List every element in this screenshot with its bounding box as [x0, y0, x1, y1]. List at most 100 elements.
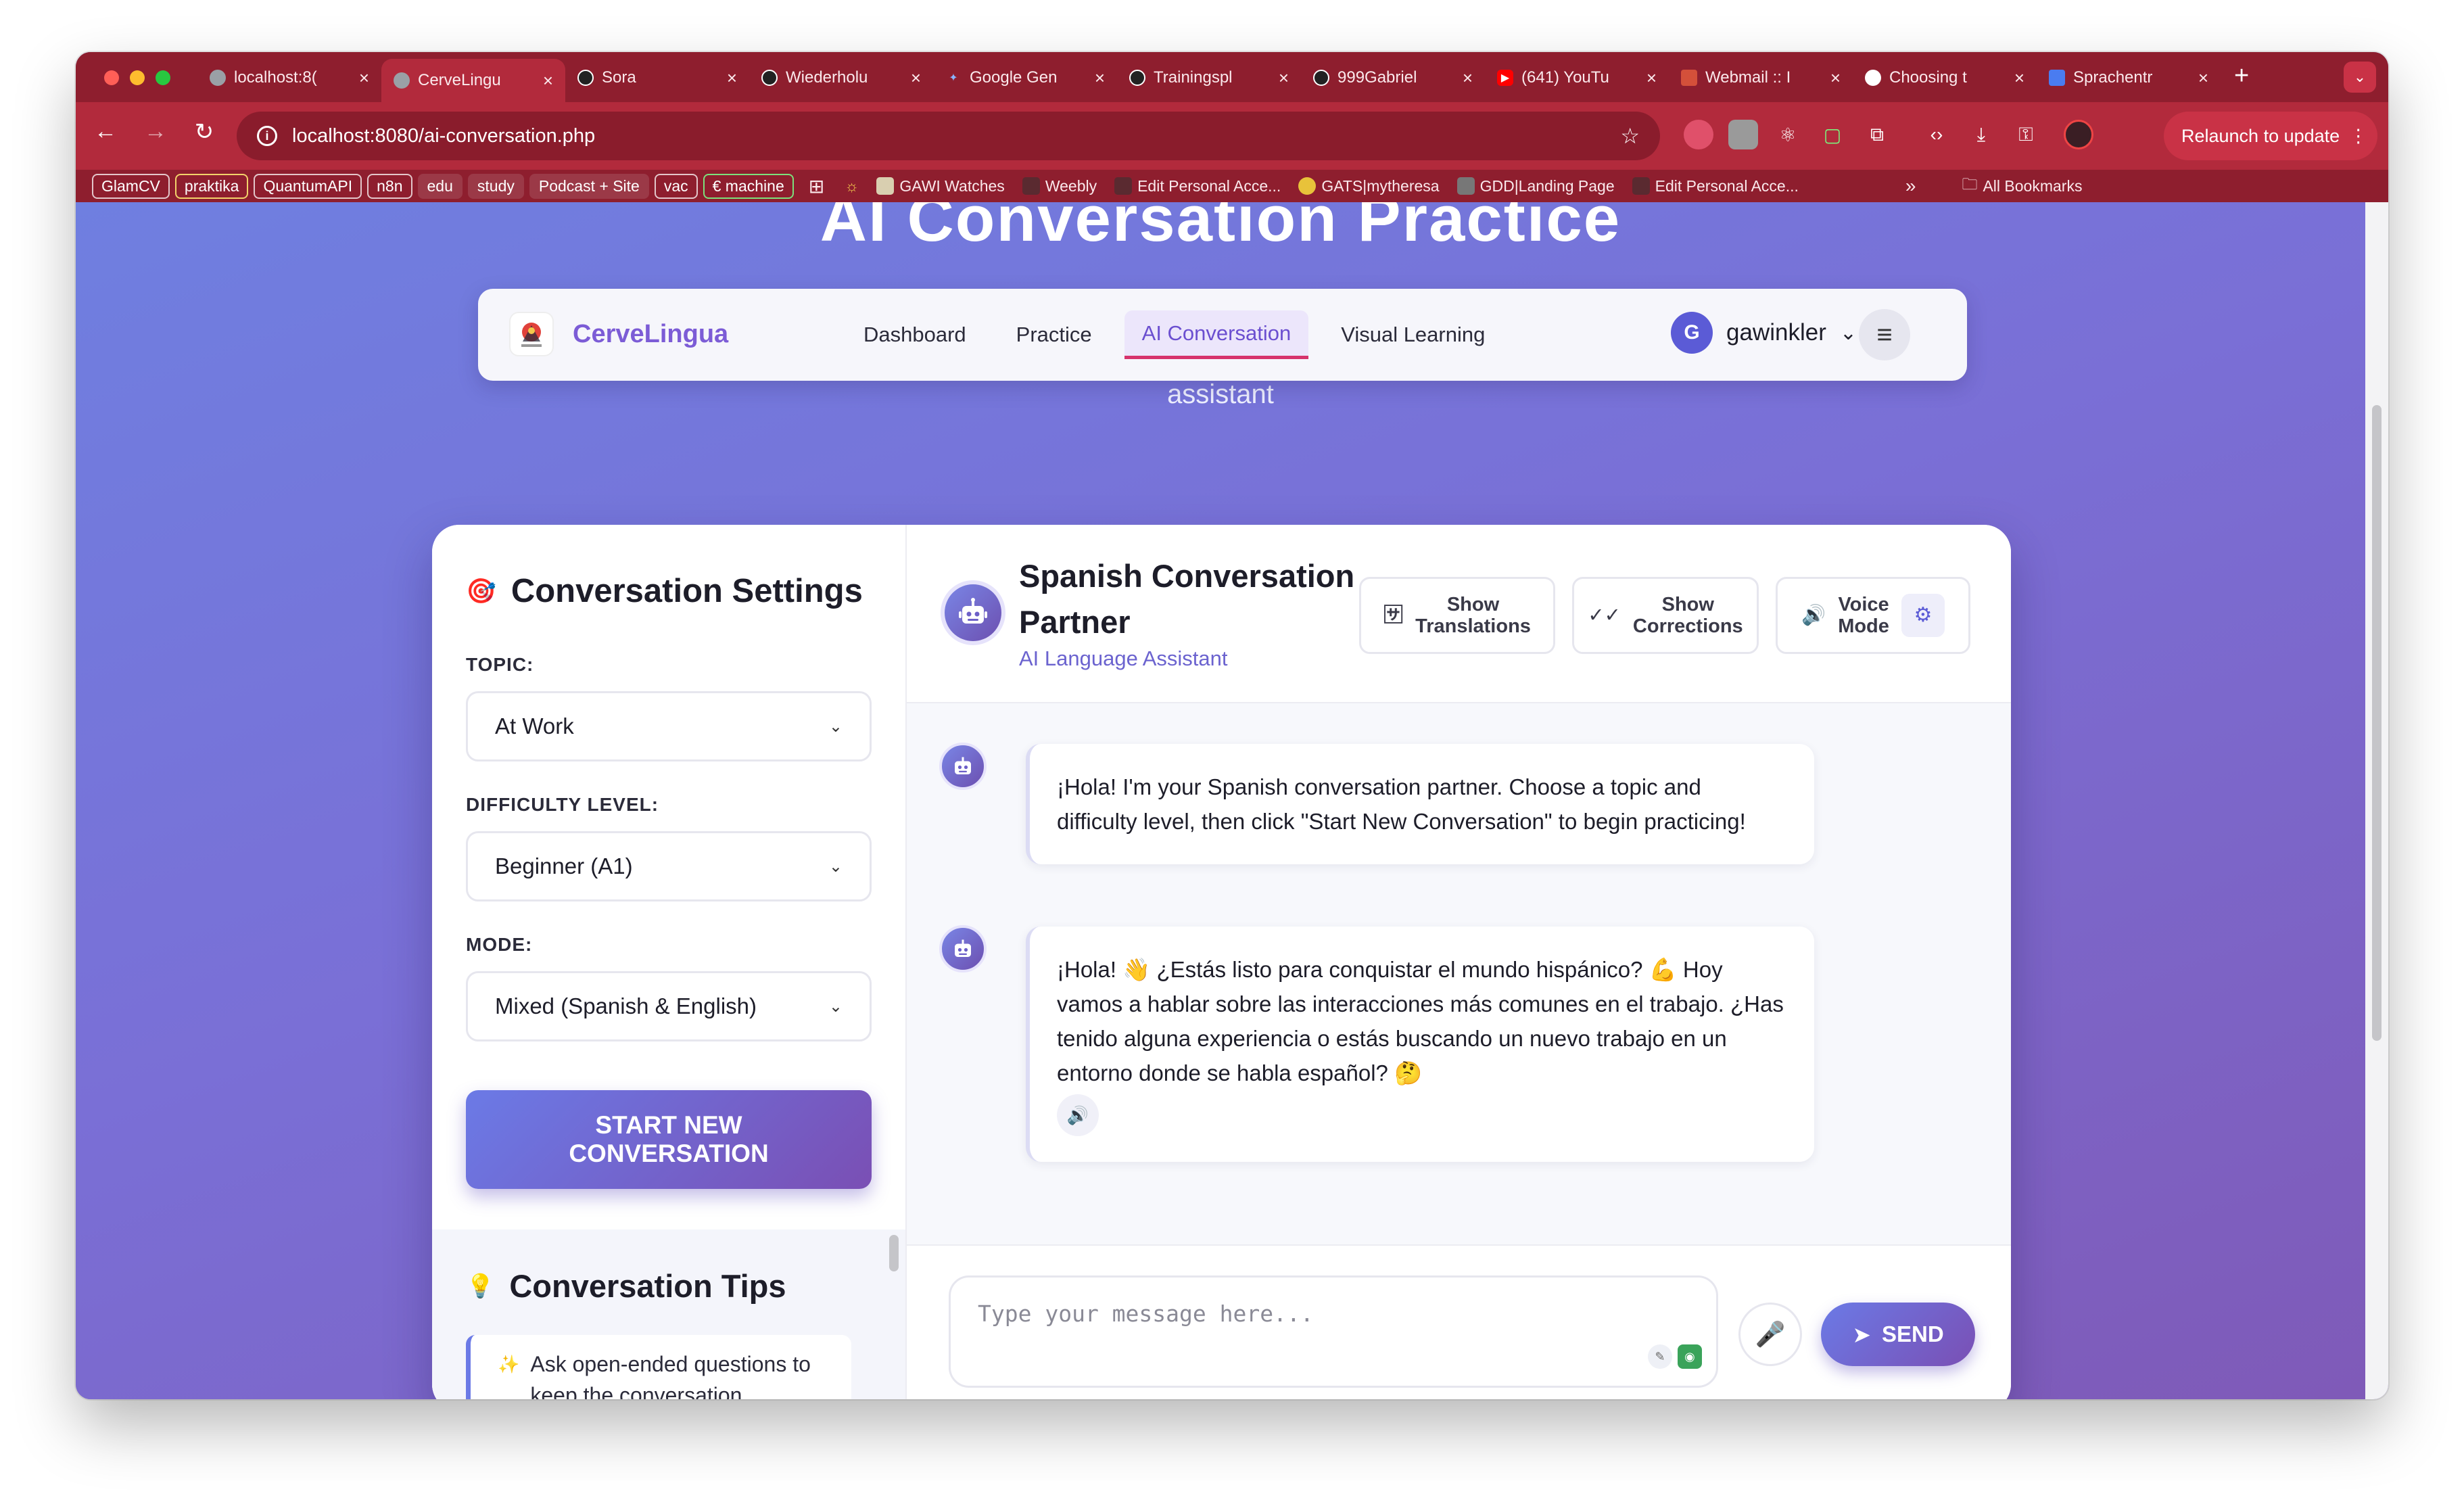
- browser-tab[interactable]: localhost:8(×: [197, 60, 381, 95]
- bookmark-item[interactable]: GATS|mytheresa: [1298, 177, 1440, 195]
- bookmark-item[interactable]: Weebly: [1022, 177, 1097, 195]
- bookmark-folder[interactable]: vac: [654, 173, 698, 199]
- url-text[interactable]: localhost:8080/ai-conversation.php: [292, 125, 595, 147]
- user-menu[interactable]: G gawinkler ⌄: [1671, 312, 1857, 354]
- react-devtools-icon[interactable]: ⚛: [1773, 120, 1803, 149]
- bookmark-item[interactable]: GDD|Landing Page: [1456, 177, 1615, 195]
- maximize-window-button[interactable]: [156, 70, 170, 85]
- paper-plane-icon: ➤: [1852, 1321, 1871, 1347]
- close-tab-icon[interactable]: ×: [1095, 68, 1105, 89]
- bookmark-folder[interactable]: QuantumAPI: [254, 173, 362, 199]
- bookmark-item[interactable]: Edit Personal Acce...: [1632, 177, 1799, 195]
- grammarly-icon[interactable]: ◉: [1678, 1344, 1702, 1369]
- sidebar-scrollbar[interactable]: [889, 1235, 899, 1271]
- bookmark-favicon: [1298, 177, 1317, 195]
- download-icon[interactable]: ⤓: [1966, 120, 1996, 149]
- bookmark-item[interactable]: GAWI Watches: [876, 177, 1005, 195]
- brand-name: CerveLingua: [573, 319, 729, 348]
- close-tab-icon[interactable]: ×: [1279, 68, 1289, 89]
- pen-icon[interactable]: ✎: [1648, 1344, 1672, 1369]
- profile-avatar[interactable]: [2064, 120, 2093, 149]
- play-audio-button[interactable]: 🔊: [1057, 1094, 1099, 1136]
- forward-icon[interactable]: →: [139, 118, 172, 145]
- relaunch-button[interactable]: Relaunch to update ⋮: [2164, 112, 2377, 160]
- page-scrollbar[interactable]: [2365, 202, 2388, 1399]
- close-tab-icon[interactable]: ×: [2198, 68, 2208, 89]
- hamburger-menu-button[interactable]: ≡: [1859, 309, 1910, 360]
- openai-icon: [761, 70, 778, 86]
- all-bookmarks-button[interactable]: 🗀 All Bookmarks: [1962, 173, 2082, 200]
- browser-tab-active[interactable]: CerveLingu ×: [381, 59, 565, 102]
- nav-practice[interactable]: Practice: [999, 310, 1110, 359]
- bookmark-star-icon[interactable]: ☆: [1620, 123, 1640, 149]
- browser-tab[interactable]: Sprachentr ×: [2037, 60, 2221, 95]
- difficulty-select[interactable]: Beginner (A1) ⌄: [466, 831, 872, 901]
- scrollbar-thumb[interactable]: [2372, 405, 2382, 1041]
- browser-tab[interactable]: Webmail :: I ×: [1669, 60, 1853, 95]
- microphone-button[interactable]: 🎤: [1738, 1303, 1802, 1366]
- brand[interactable]: CerveLingua: [511, 313, 728, 355]
- browser-tab[interactable]: Sora ×: [565, 60, 749, 95]
- tab-bar: localhost:8(× CerveLingu × Sora × Wiederho…: [76, 52, 2388, 102]
- close-tab-icon[interactable]: ×: [359, 68, 369, 89]
- close-tab-icon[interactable]: ×: [1646, 68, 1657, 89]
- bookmark-folder[interactable]: edu: [417, 173, 463, 199]
- bookmark-folder[interactable]: study: [467, 173, 524, 199]
- nav-visual-learning[interactable]: Visual Learning: [1323, 310, 1502, 359]
- back-icon[interactable]: ←: [89, 118, 122, 145]
- gear-icon[interactable]: ⚙: [1901, 594, 1945, 637]
- more-bookmarks-icon[interactable]: »: [1905, 175, 1916, 197]
- chevron-down-icon: ⌄: [828, 997, 843, 1016]
- code-icon[interactable]: ‹›: [1922, 120, 1951, 149]
- address-bar[interactable]: i localhost:8080/ai-conversation.php ☆: [237, 112, 1660, 160]
- site-info-icon[interactable]: i: [257, 126, 277, 146]
- input-addons: ✎ ◉: [1648, 1344, 1702, 1369]
- tab-search-button[interactable]: ⌄: [2344, 62, 2376, 93]
- mode-select[interactable]: Mixed (Spanish & English) ⌄: [466, 971, 872, 1041]
- puzzle-icon[interactable]: ⧉: [1862, 120, 1892, 149]
- browser-tab[interactable]: Trainingspl ×: [1117, 60, 1301, 95]
- topic-select[interactable]: At Work ⌄: [466, 691, 872, 761]
- close-tab-icon[interactable]: ×: [543, 70, 553, 91]
- browser-tab[interactable]: Choosing t ×: [1853, 60, 2037, 95]
- voice-mode-button[interactable]: 🔊 Voice Mode ⚙: [1776, 577, 1970, 654]
- app-navbar: CerveLingua Dashboard Practice AI Conver…: [478, 289, 1967, 381]
- bookmark-folder[interactable]: GlamCV: [92, 173, 170, 199]
- folder-icon: 🗀: [1962, 174, 1978, 193]
- apps-grid-icon[interactable]: ⊞: [809, 175, 824, 197]
- bookmark-folder[interactable]: Podcast + Site: [529, 173, 649, 199]
- message-input[interactable]: Type your message here...: [949, 1275, 1718, 1388]
- bulb-icon[interactable]: ☼: [845, 177, 859, 195]
- close-window-button[interactable]: [104, 70, 119, 85]
- browser-tab[interactable]: 999Gabriel ×: [1301, 60, 1485, 95]
- nav-dashboard[interactable]: Dashboard: [846, 310, 984, 359]
- extension-icon[interactable]: [1728, 120, 1758, 149]
- reload-icon[interactable]: ↻: [188, 118, 220, 145]
- bookmark-folder[interactable]: praktika: [174, 173, 249, 199]
- close-tab-icon[interactable]: ×: [727, 68, 737, 89]
- close-tab-icon[interactable]: ×: [911, 68, 921, 89]
- extension-icon[interactable]: [1684, 120, 1713, 149]
- minimize-window-button[interactable]: [130, 70, 145, 85]
- gemini-icon: ✦: [949, 72, 958, 84]
- browser-tab[interactable]: Wiederholu ×: [749, 60, 933, 95]
- show-translations-button[interactable]: 🈂 Show Translations: [1359, 577, 1555, 654]
- close-tab-icon[interactable]: ×: [2014, 68, 2024, 89]
- close-tab-icon[interactable]: ×: [1463, 68, 1473, 89]
- new-tab-button[interactable]: +: [2234, 62, 2249, 91]
- browser-tab[interactable]: ✦ Google Gen ×: [933, 60, 1117, 95]
- bookmark-folder[interactable]: n8n: [367, 173, 412, 199]
- assistant-label: AI Language Assistant: [1019, 647, 1228, 670]
- bookmark-folder[interactable]: € machine: [703, 173, 794, 199]
- nav-ai-conversation[interactable]: AI Conversation: [1124, 310, 1309, 359]
- start-new-conversation-button[interactable]: START NEW CONVERSATION: [466, 1090, 872, 1189]
- close-tab-icon[interactable]: ×: [1830, 68, 1841, 89]
- bookmarks-bar: GlamCV praktika QuantumAPI n8n edu study…: [76, 170, 2388, 202]
- chat-message-bot: ¡Hola! 👋 ¿Estás listo para conquistar el…: [1026, 927, 1814, 1162]
- show-corrections-button[interactable]: ✓✓ Show Corrections: [1572, 577, 1759, 654]
- browser-tab[interactable]: ▶ (641) YouTu ×: [1485, 60, 1669, 95]
- send-button[interactable]: ➤ SEND: [1821, 1303, 1975, 1366]
- bookmark-item[interactable]: Edit Personal Acce...: [1114, 177, 1281, 195]
- password-key-icon[interactable]: ⚿: [2011, 120, 2041, 149]
- chat-extension-icon[interactable]: ▢: [1818, 120, 1847, 149]
